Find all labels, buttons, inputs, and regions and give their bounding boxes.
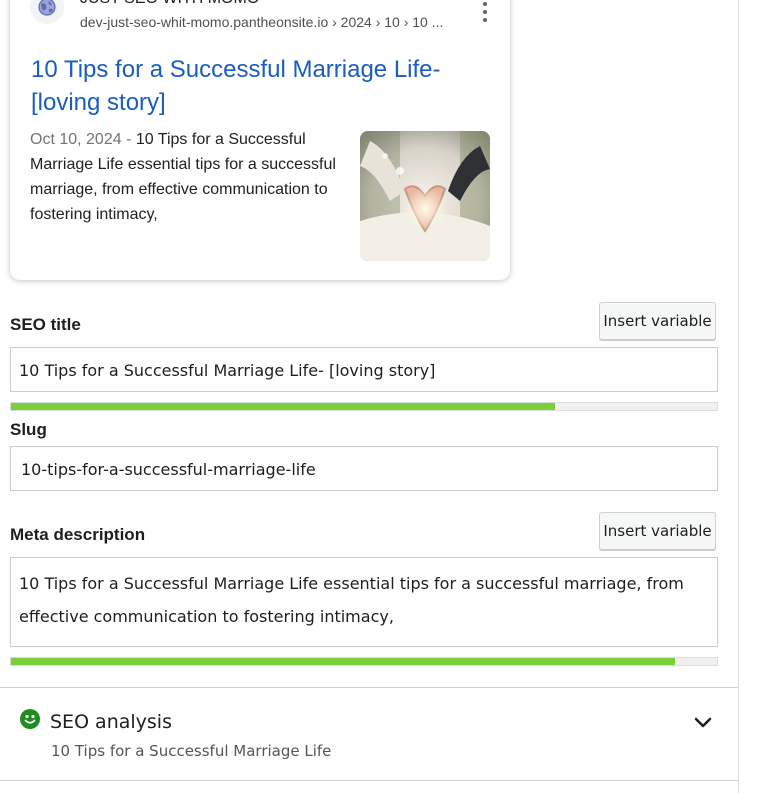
slug-label: Slug xyxy=(10,420,47,439)
section-divider xyxy=(0,687,738,688)
preview-date: Oct 10, 2024 xyxy=(30,131,122,148)
preview-date-separator: - xyxy=(121,131,136,148)
seo-title-insert-variable-button[interactable]: Insert variable xyxy=(599,302,716,340)
meta-description-insert-variable-button[interactable]: Insert variable xyxy=(599,512,716,550)
seo-analysis-title[interactable]: SEO analysis xyxy=(50,711,172,733)
site-name: JUST SEO WITH MOMO xyxy=(80,0,259,8)
meta-description-progress-fill xyxy=(11,658,675,665)
panel-right-border xyxy=(738,0,739,793)
seo-analysis-keyphrase: 10 Tips for a Successful Marriage Life xyxy=(51,742,332,760)
meta-description-length-progress xyxy=(10,657,718,666)
section-divider-bottom xyxy=(0,780,738,781)
seo-title-label: SEO title xyxy=(10,315,81,334)
more-options-icon[interactable] xyxy=(478,2,492,22)
globe-icon xyxy=(30,0,64,24)
meta-description-input[interactable]: 10 Tips for a Successful Marriage Life e… xyxy=(10,557,718,647)
chevron-down-icon[interactable] xyxy=(693,714,713,732)
preview-url-breadcrumb: dev-just-seo-whit-momo.pantheonsite.io ›… xyxy=(80,14,444,30)
google-preview-card: JUST SEO WITH MOMO dev-just-seo-whit-mom… xyxy=(10,0,510,280)
slug-input[interactable]: 10-tips-for-a-successful-marriage-life xyxy=(10,446,718,491)
seo-title-length-progress xyxy=(10,402,718,411)
meta-description-label: Meta description xyxy=(10,525,146,544)
seo-title-input[interactable]: 10 Tips for a Successful Marriage Life- … xyxy=(10,347,718,392)
smiley-good-icon xyxy=(20,709,40,729)
preview-description: Oct 10, 2024 - 10 Tips for a Successful … xyxy=(30,127,350,227)
preview-thumbnail-image xyxy=(360,131,490,261)
seo-title-progress-fill xyxy=(11,403,555,410)
preview-title[interactable]: 10 Tips for a Successful Marriage Life- … xyxy=(31,53,481,119)
